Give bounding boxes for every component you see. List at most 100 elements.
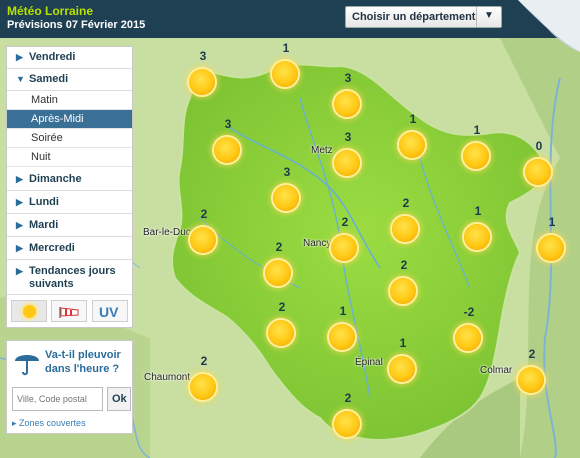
temperature-label: 1 [339,304,347,318]
chevron-down-icon: ▼ [16,74,25,84]
temperature-label: 3 [344,130,352,144]
temperature-label: -2 [463,305,475,319]
rain-widget: Va-t-il pleuvoir dans l'heure ? Ok ▸ Zon… [6,340,133,434]
dropdown-button[interactable]: ▼ [476,7,501,27]
sun-icon [190,374,216,400]
sun-icon [525,159,551,185]
temperature-label: 3 [199,49,207,63]
sun-icon [392,216,418,242]
sun-icon [273,185,299,211]
chevron-right-icon: ▶ [16,174,23,184]
sun-icon [464,224,490,250]
ok-button[interactable]: Ok [107,387,131,411]
temperature-label: 2 [200,207,208,221]
weather-marker[interactable]: 1 [462,123,492,172]
department-select[interactable]: Choisir un département ▼ [345,6,502,28]
sun-icon [190,227,216,253]
weather-marker[interactable]: 1 [537,215,567,264]
weather-marker[interactable]: 1 [328,304,358,353]
temperature-label: 3 [224,117,232,131]
temperature-label: 1 [409,112,417,126]
department-select-label: Choisir un département [352,11,476,23]
weather-marker[interactable]: 2 [264,240,294,289]
chevron-right-icon: ▶ [16,197,23,207]
city-label-metz: Metz [311,145,333,156]
weather-marker[interactable]: 2 [267,300,297,349]
temperature-label: 1 [474,204,482,218]
sun-icon [214,137,240,163]
temperature-label: 2 [402,196,410,210]
sun-icon [390,278,416,304]
chevron-right-icon: ▶ [16,266,23,276]
sun-icon [272,61,298,87]
sun-icon [189,69,215,95]
mode-uv-button[interactable]: UV [92,300,128,322]
sidebar-item-mardi[interactable]: ▶ Mardi [7,215,132,237]
city-label-colmar: Colmar [480,365,513,376]
weather-marker[interactable]: 2 [330,215,360,264]
sun-icon [463,143,489,169]
city-label-nancy: Nancy [303,238,332,249]
weather-marker[interactable]: 0 [524,139,554,188]
temperature-label: 2 [200,354,208,368]
weather-marker[interactable]: 3 [272,165,302,214]
weather-marker[interactable]: 1 [398,112,428,161]
weather-marker[interactable]: 3 [213,117,243,166]
city-label-epinal: Épinal [355,357,383,368]
mode-wind-button[interactable] [51,300,87,322]
weather-marker[interactable]: 3 [333,71,363,120]
sun-icon [331,235,357,261]
sidebar-item-samedi[interactable]: ▼ Samedi [7,69,132,91]
rain-question: Va-t-il pleuvoir dans l'heure ? [45,349,121,375]
temperature-label: 1 [399,336,407,350]
temperature-label: 3 [283,165,291,179]
temperature-label: 1 [282,41,290,55]
sidebar-item-vendredi[interactable]: ▶ Vendredi [7,47,132,69]
weather-marker[interactable]: 1 [388,336,418,385]
temperature-label: 2 [275,240,283,254]
weather-marker[interactable]: 2 [333,391,363,440]
period-apres-midi[interactable]: Après-Midi [7,110,132,129]
sidebar-item-tendances[interactable]: ▶ Tendances jours suivants [7,261,132,295]
temperature-label: 2 [528,347,536,361]
city-label-chaumont: Chaumont [144,372,191,383]
city-label-bar-le-duc: Bar-le-Duc [143,227,191,238]
umbrella-icon [15,355,39,376]
weather-marker[interactable]: 2 [391,196,421,245]
period-soiree[interactable]: Soirée [7,129,132,148]
sun-icon [334,150,360,176]
app-title: Météo Lorraine [7,4,94,18]
sun-icon [334,91,360,117]
weather-marker[interactable]: 1 [271,41,301,90]
weather-marker[interactable]: 2 [389,258,419,307]
chevron-right-icon: ▶ [16,243,23,253]
mode-sun-button[interactable] [11,300,47,322]
weather-marker[interactable]: 3 [188,49,218,98]
weather-marker[interactable]: 2 [189,354,219,403]
display-mode-row: UV [11,300,128,322]
sidebar-item-lundi[interactable]: ▶ Lundi [7,192,132,214]
sun-icon [334,411,360,437]
zones-link[interactable]: ▸ Zones couvertes [12,418,86,429]
temperature-label: 1 [473,123,481,137]
weather-marker[interactable]: 1 [463,204,493,253]
sidebar-item-mercredi[interactable]: ▶ Mercredi [7,238,132,260]
period-matin[interactable]: Matin [7,91,132,110]
sidebar-item-dimanche[interactable]: ▶ Dimanche [7,169,132,191]
chevron-right-icon: ▶ [16,220,23,230]
sun-icon [399,132,425,158]
sun-icon [268,320,294,346]
temperature-label: 1 [548,215,556,229]
sun-icon [265,260,291,286]
city-postcode-input[interactable] [12,387,103,411]
weather-marker[interactable]: 3 [333,130,363,179]
temperature-label: 2 [341,215,349,229]
weather-marker[interactable]: -2 [454,305,484,354]
period-nuit[interactable]: Nuit [7,148,132,167]
sun-icon [23,305,36,318]
temperature-label: 3 [344,71,352,85]
weather-marker[interactable]: 2 [517,347,547,396]
sun-icon [455,325,481,351]
weather-marker[interactable]: 2 [189,207,219,256]
chevron-right-icon: ▶ [16,52,23,62]
